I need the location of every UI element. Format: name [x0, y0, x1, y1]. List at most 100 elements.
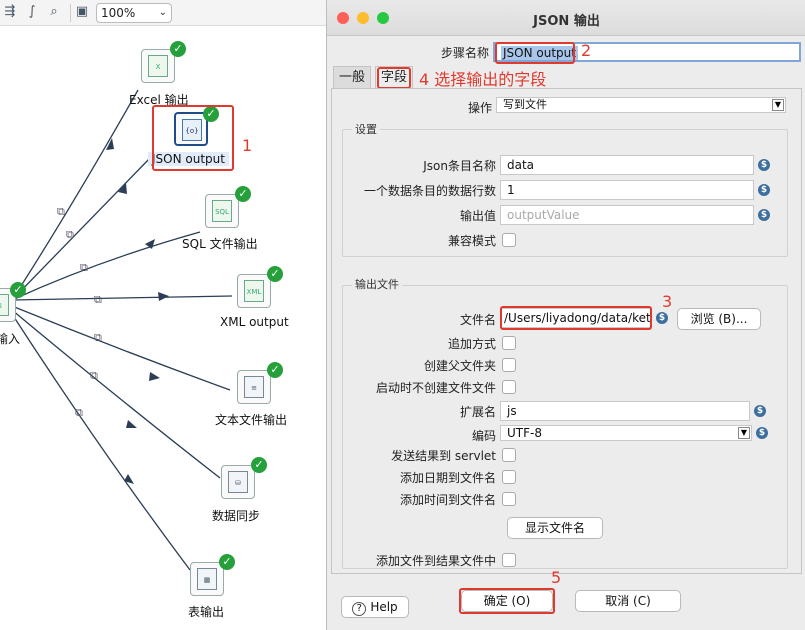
sql-file-icon: SQL [212, 200, 232, 222]
step-name-label: 步骤名称 [440, 46, 489, 60]
hop-table [11, 313, 191, 571]
copy-rows-icon[interactable]: ⧉ [66, 228, 74, 242]
compat-mode-checkbox[interactable] [502, 233, 516, 247]
extension-label: 扩展名 [459, 405, 496, 419]
rows-per-block-label: 一个数据条目的数据行数 [363, 184, 496, 198]
copy-rows-icon[interactable]: ⧉ [90, 369, 98, 383]
success-check-icon: ✓ [170, 41, 186, 57]
annotation-box-1 [152, 105, 234, 171]
step-label-text: 文本文件输出 [215, 413, 288, 427]
step-sql-output[interactable]: SQL [205, 194, 239, 228]
filename-label: 文件名 [459, 313, 496, 327]
excel-file-icon: X [148, 55, 168, 77]
variable-icon[interactable]: $ [656, 312, 668, 324]
add-time-label: 添加时间到文件名 [399, 493, 496, 507]
step-xml-output[interactable]: XML [237, 274, 271, 308]
variable-icon[interactable]: $ [758, 159, 770, 171]
no-create-on-start-label: 启动时不创建文件文件 [375, 381, 496, 395]
input-icon: ⊞ [0, 294, 9, 316]
settings-group-title: 设置 [352, 121, 380, 137]
compat-mode-label: 兼容模式 [447, 234, 496, 248]
annotation-number-3: 3 [662, 292, 673, 311]
variable-icon[interactable]: $ [754, 405, 766, 417]
xml-file-icon: XML [244, 280, 264, 302]
variable-icon[interactable]: $ [756, 427, 768, 439]
no-create-on-start-checkbox[interactable] [502, 380, 516, 394]
output-value-input[interactable]: outputValue [500, 205, 754, 225]
json-output-dialog: JSON 输出 步骤名称 JSON output 2 一般 字段 4 选择输出的… [326, 0, 805, 630]
hop-arrow [118, 183, 127, 194]
hop-sync [11, 309, 221, 479]
help-icon: ? [352, 602, 367, 616]
step-label-sql: SQL 文件输出 [182, 237, 258, 251]
hop-excel [11, 89, 139, 301]
step-table-output[interactable]: ▦ [190, 562, 224, 596]
transformation-canvas[interactable]: ⇶ ∫ ⌕ ▣ 100% ⌄ ⧉ ⧉ ⧉ ⧉ ⧉ ⧉ ⧉ ✓ 输入 X ✓ Ex… [0, 0, 330, 630]
annotation-number-5: 5 [551, 568, 562, 587]
rows-per-block-input[interactable]: 1 [500, 180, 754, 200]
output-value-label: 输出值 [459, 209, 496, 223]
success-check-icon: ✓ [235, 186, 251, 202]
json-block-label: Json条目名称 [423, 159, 496, 173]
annotation-text-4: 4 选择输出的字段 [419, 70, 547, 89]
copy-rows-icon[interactable]: ⧉ [94, 293, 102, 307]
show-filename-button[interactable]: 显示文件名 [507, 517, 603, 539]
encoding-label: 编码 [471, 429, 496, 443]
success-check-icon: ✓ [10, 282, 26, 298]
tab-bar: 一般 字段 4 选择输出的字段 [331, 66, 802, 90]
create-parent-label: 创建父文件夹 [423, 359, 496, 373]
copy-rows-icon[interactable]: ⧉ [57, 205, 65, 219]
add-date-label: 添加日期到文件名 [399, 471, 496, 485]
hop-xml [11, 295, 233, 301]
annotation-box-4 [377, 67, 411, 89]
add-time-checkbox[interactable] [502, 492, 516, 506]
hop-arrow [149, 372, 160, 381]
hop-arrow [126, 420, 137, 428]
json-block-input[interactable]: data [500, 155, 754, 175]
step-label-input: 输入 [0, 332, 21, 346]
copy-rows-icon[interactable]: ⧉ [80, 261, 88, 275]
chevron-down-icon[interactable]: ▼ [772, 99, 784, 111]
operation-value: 写到文件 [503, 98, 547, 111]
annotation-number-2: 2 [581, 41, 592, 60]
operation-select[interactable]: 写到文件 [496, 97, 786, 113]
dialog-titlebar[interactable]: JSON 输出 [327, 0, 805, 36]
send-result-label: 发送结果到 servlet [391, 449, 496, 463]
database-sync-icon: ⛁ [228, 471, 248, 493]
success-check-icon: ✓ [267, 266, 283, 282]
operation-label: 操作 [467, 101, 492, 115]
append-checkbox[interactable] [502, 336, 516, 350]
chevron-down-icon[interactable]: ▼ [738, 427, 750, 439]
add-date-checkbox[interactable] [502, 470, 516, 484]
step-label-table: 表输出 [188, 605, 225, 619]
extension-input[interactable]: js [500, 401, 750, 421]
step-text-output[interactable]: ≡ [237, 370, 271, 404]
create-parent-checkbox[interactable] [502, 358, 516, 372]
variable-icon[interactable]: $ [758, 184, 770, 196]
encoding-select[interactable]: UTF-8 [500, 425, 752, 441]
text-file-icon: ≡ [244, 376, 264, 398]
append-label: 追加方式 [447, 337, 496, 351]
tab-general[interactable]: 一般 [333, 66, 371, 90]
variable-icon[interactable]: $ [758, 209, 770, 221]
dialog-footer: ? Help 确定 (O) 5 取消 (C) [327, 568, 805, 630]
send-result-checkbox[interactable] [502, 448, 516, 462]
help-button[interactable]: ? Help [341, 596, 409, 618]
step-excel-output[interactable]: X [141, 49, 175, 83]
cancel-button[interactable]: 取消 (C) [575, 590, 681, 612]
dialog-title: JSON 输出 [533, 14, 600, 29]
tab-content-panel: 操作 写到文件 ▼ 设置 Json条目名称 data $ 一个数据条目的数据行数… [331, 88, 802, 574]
step-label-sync: 数据同步 [212, 509, 261, 523]
browse-button[interactable]: 浏览 (B)... [677, 308, 761, 330]
copy-rows-icon[interactable]: ⧉ [94, 331, 102, 345]
annotation-box-5 [459, 588, 555, 614]
hop-sql [11, 231, 201, 301]
copy-rows-icon[interactable]: ⧉ [75, 406, 83, 420]
hop-json [11, 157, 151, 301]
step-data-sync[interactable]: ⛁ [221, 465, 255, 499]
add-to-result-checkbox[interactable] [502, 553, 516, 567]
annotation-number-1: 1 [242, 136, 253, 155]
annotation-box-3 [500, 306, 652, 330]
hop-arrow [158, 292, 169, 301]
hop-text [11, 305, 231, 391]
